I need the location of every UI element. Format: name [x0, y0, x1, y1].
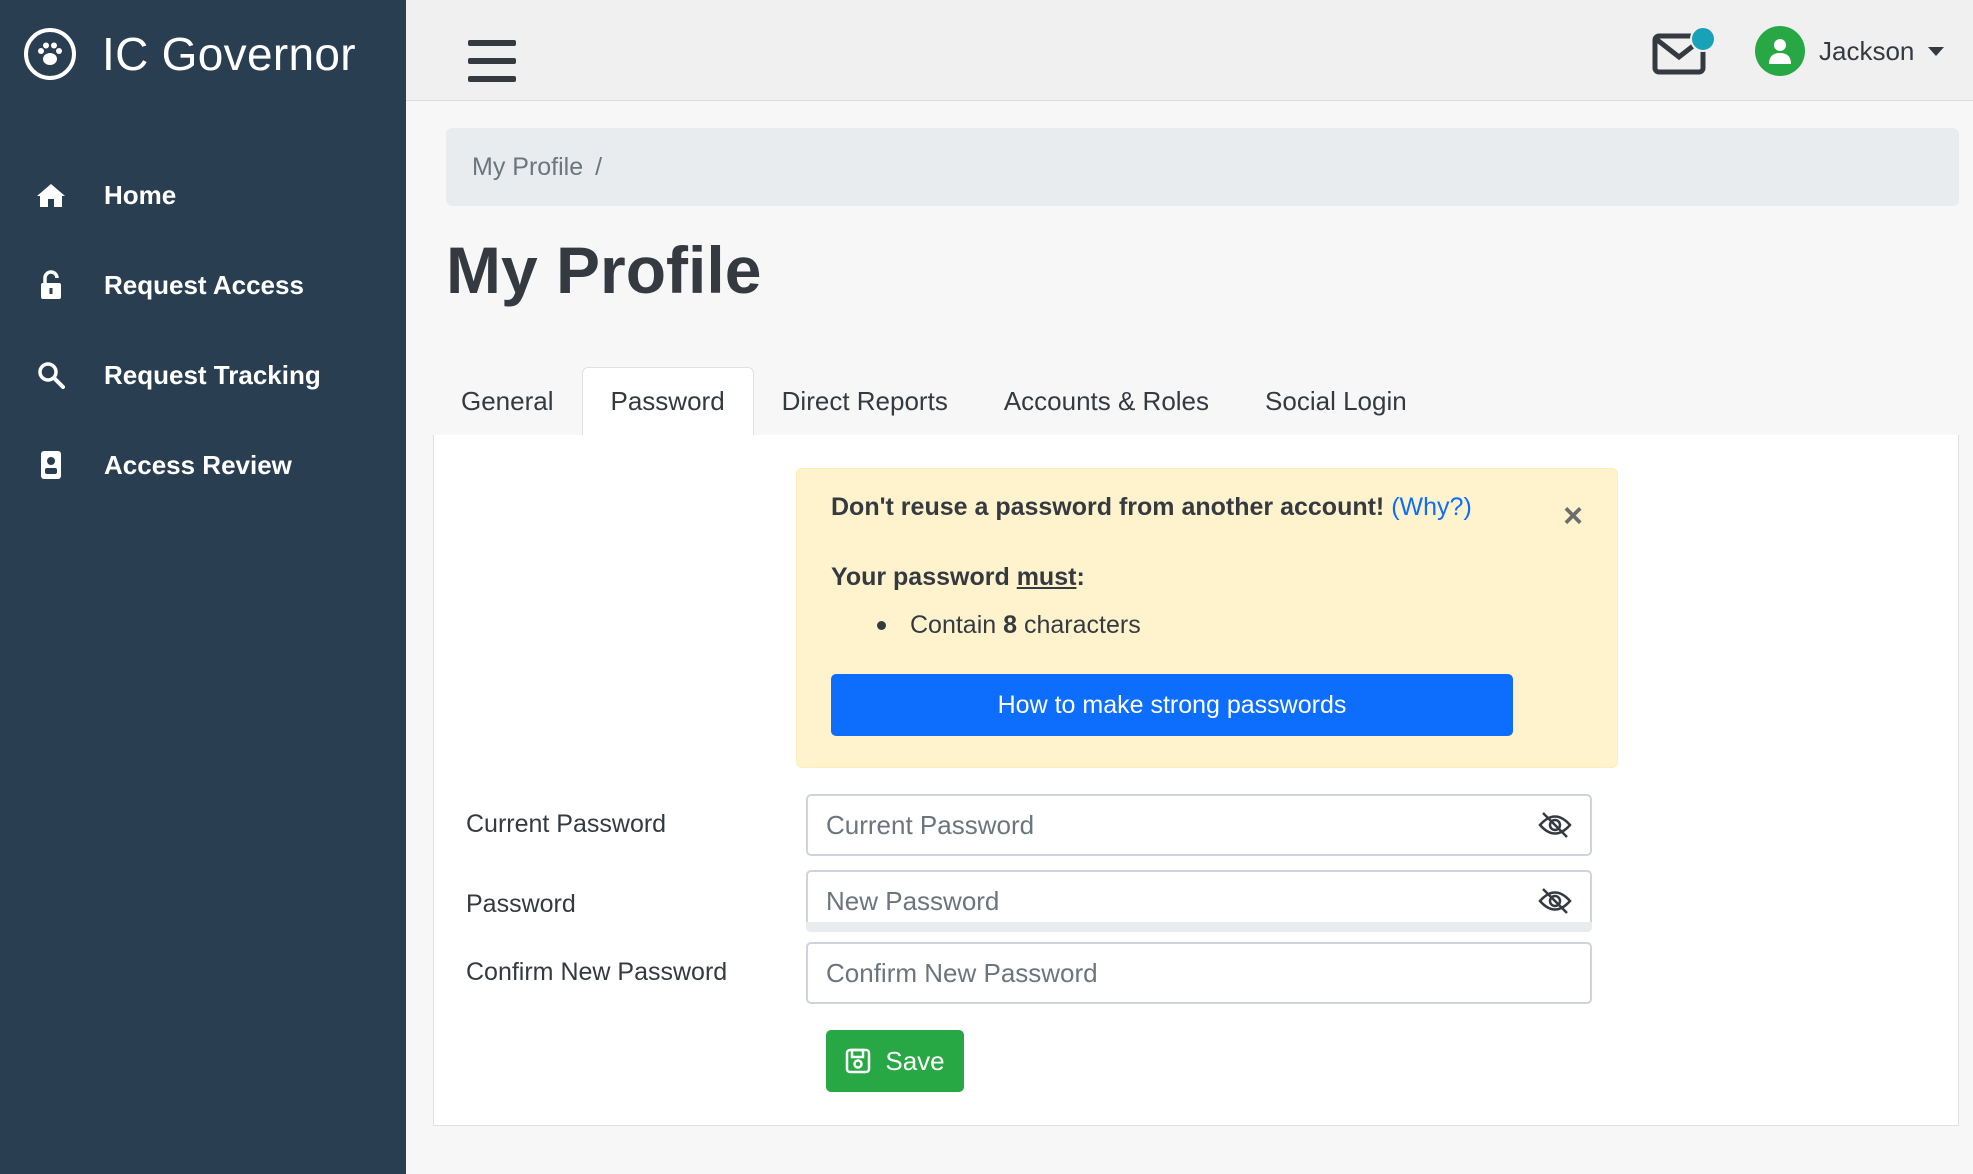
sidebar-item-access-review[interactable]: Access Review: [0, 420, 406, 510]
eye-slash-icon[interactable]: [1538, 810, 1572, 840]
confirm-password-input[interactable]: [826, 957, 1590, 989]
password-rule: Contain 8 characters: [877, 611, 1141, 640]
eye-slash-icon[interactable]: [1538, 886, 1572, 916]
save-button[interactable]: Save: [826, 1030, 964, 1092]
sidebar-item-request-access[interactable]: Request Access: [0, 240, 406, 330]
top-bar: Jackson: [406, 0, 1973, 101]
lock-open-icon: [34, 268, 68, 302]
strong-passwords-button[interactable]: How to make strong passwords: [831, 674, 1513, 736]
must-suffix: :: [1076, 563, 1085, 591]
home-icon: [34, 178, 68, 212]
id-badge-icon: [34, 448, 68, 482]
sidebar-item-label: Access Review: [104, 449, 292, 480]
alert-warning-text: Don't reuse a password from another acco…: [831, 493, 1385, 521]
save-label: Save: [885, 1045, 945, 1076]
breadcrumb-item[interactable]: My Profile: [472, 153, 583, 182]
password-strength-bar: [806, 922, 1592, 932]
user-menu[interactable]: Jackson: [1755, 26, 1945, 76]
tab-password[interactable]: Password: [581, 367, 754, 436]
sidebar-item-label: Home: [104, 179, 177, 210]
notification-badge: [1690, 26, 1716, 52]
new-password-input[interactable]: [826, 885, 1590, 917]
profile-tabs: General Password Direct Reports Accounts…: [433, 367, 1959, 436]
breadcrumb: My Profile /: [446, 128, 1959, 206]
rule-suffix: characters: [1023, 611, 1141, 639]
sidebar-nav: Home Request Access Request Tracking Acc…: [0, 150, 406, 510]
rule-count: 8: [1003, 611, 1018, 639]
tab-social-login[interactable]: Social Login: [1237, 367, 1435, 435]
alert-must-heading: Your password must:: [831, 563, 1085, 592]
paw-logo-icon: [24, 28, 76, 80]
brand[interactable]: IC Governor: [24, 24, 356, 84]
user-name: Jackson: [1819, 35, 1915, 66]
alert-warning: Don't reuse a password from another acco…: [831, 493, 1472, 522]
must-prefix: Your password: [831, 563, 1010, 591]
password-policy-alert: Don't reuse a password from another acco…: [796, 468, 1618, 768]
sidebar-item-label: Request Tracking: [104, 359, 321, 390]
confirm-password-label: Confirm New Password: [466, 958, 728, 986]
sidebar-item-label: Request Access: [104, 269, 304, 300]
current-password-label: Current Password: [466, 810, 667, 838]
breadcrumb-separator: /: [595, 152, 603, 181]
current-password-input[interactable]: [826, 809, 1590, 841]
sidebar: IC Governor Home Request Access Request …: [0, 0, 406, 1174]
password-label: Password: [466, 890, 576, 918]
app-title: IC Governor: [102, 28, 356, 80]
tab-accounts-roles[interactable]: Accounts & Roles: [976, 367, 1237, 435]
current-password-field: [806, 794, 1592, 856]
close-icon[interactable]: ×: [1563, 499, 1583, 533]
search-icon: [34, 358, 68, 392]
sidebar-item-home[interactable]: Home: [0, 150, 406, 240]
menu-toggle-icon[interactable]: [468, 40, 516, 82]
rule-prefix: Contain: [910, 611, 997, 639]
sidebar-item-request-tracking[interactable]: Request Tracking: [0, 330, 406, 420]
bullet-icon: [877, 621, 886, 630]
tab-direct-reports[interactable]: Direct Reports: [754, 367, 976, 435]
chevron-down-icon: [1928, 46, 1945, 56]
why-link[interactable]: (Why?): [1391, 493, 1472, 521]
must-word: must: [1016, 563, 1077, 591]
user-avatar-icon: [1755, 26, 1805, 76]
page-title: My Profile: [446, 233, 762, 307]
save-icon: [846, 1048, 871, 1074]
confirm-password-field: [806, 942, 1592, 1004]
tab-general[interactable]: General: [433, 367, 582, 435]
